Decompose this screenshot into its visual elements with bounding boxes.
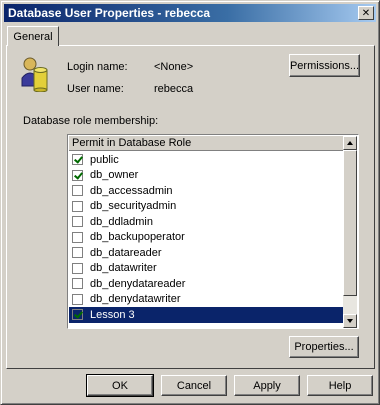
tab-general[interactable]: General <box>7 26 59 46</box>
role-checkbox[interactable] <box>72 293 83 305</box>
role-row[interactable]: db_securityadmin <box>69 199 344 215</box>
role-name: public <box>90 153 119 166</box>
role-row[interactable]: db_owner <box>69 168 344 184</box>
role-row[interactable]: Lesson 3 <box>69 307 344 323</box>
help-button[interactable]: Help <box>307 375 373 396</box>
role-name: db_accessadmin <box>90 184 173 197</box>
permissions-button[interactable]: Permissions... <box>289 54 360 77</box>
role-checkbox[interactable] <box>72 216 83 228</box>
chevron-down-icon <box>347 319 353 323</box>
login-name-label: Login name: <box>67 61 128 73</box>
role-row[interactable]: db_ddladmin <box>69 214 344 230</box>
role-checkbox[interactable] <box>72 309 83 321</box>
dialog-window: Database User Properties - rebecca ✕ Gen… <box>0 0 380 405</box>
role-row[interactable]: db_denydatareader <box>69 276 344 292</box>
role-name: db_backupoperator <box>90 231 185 244</box>
role-checkbox[interactable] <box>72 185 83 197</box>
role-checkbox[interactable] <box>72 231 83 243</box>
user-name-label: User name: <box>67 83 124 95</box>
role-checkbox[interactable] <box>72 169 83 181</box>
role-checkbox[interactable] <box>72 247 83 259</box>
login-name-value: <None> <box>154 61 194 73</box>
role-row[interactable]: db_accessadmin <box>69 183 344 199</box>
database-user-icon <box>21 57 48 92</box>
role-row[interactable]: db_denydatawriter <box>69 292 344 308</box>
roles-list-rows: public db_owner db_accessadmin db_securitya… <box>69 152 344 323</box>
role-checkbox[interactable] <box>72 278 83 290</box>
window-title: Database User Properties - rebecca <box>8 6 211 20</box>
role-row[interactable]: db_backupoperator <box>69 230 344 246</box>
role-name: db_owner <box>90 169 139 182</box>
role-checkbox[interactable] <box>72 154 83 166</box>
scroll-up-button[interactable] <box>343 136 357 150</box>
role-row[interactable]: db_datareader <box>69 245 344 261</box>
ok-button[interactable]: OK <box>87 375 153 396</box>
role-properties-button[interactable]: Properties... <box>289 336 359 358</box>
chevron-up-icon <box>347 141 353 145</box>
role-row[interactable]: db_datawriter <box>69 261 344 277</box>
role-name: db_securityadmin <box>90 200 177 213</box>
role-name: db_datawriter <box>90 262 157 275</box>
tab-general-label: General <box>13 30 53 43</box>
scroll-down-button[interactable] <box>343 314 357 328</box>
scroll-thumb[interactable] <box>343 150 357 296</box>
user-name-value: rebecca <box>154 83 194 95</box>
role-name: db_datareader <box>90 246 162 259</box>
database-roles-list[interactable]: Permit in Database Role public db_ownerdb… <box>67 134 359 329</box>
close-icon[interactable]: ✕ <box>358 6 374 20</box>
role-name: db_denydatareader <box>90 277 186 290</box>
role-name: db_ddladmin <box>90 215 153 228</box>
role-checkbox[interactable] <box>72 262 83 274</box>
role-membership-label: Database role membership: <box>23 115 159 127</box>
roles-list-header[interactable]: Permit in Database Role <box>69 136 344 151</box>
role-name: db_denydatawriter <box>90 293 181 306</box>
role-name: Lesson 3 <box>90 308 135 321</box>
roles-list-scrollbar[interactable] <box>343 136 357 328</box>
apply-button[interactable]: Apply <box>234 375 300 396</box>
cancel-button[interactable]: Cancel <box>161 375 227 396</box>
role-checkbox[interactable] <box>72 200 83 212</box>
title-bar[interactable]: Database User Properties - rebecca ✕ <box>4 4 376 22</box>
role-row[interactable]: public <box>69 152 344 168</box>
